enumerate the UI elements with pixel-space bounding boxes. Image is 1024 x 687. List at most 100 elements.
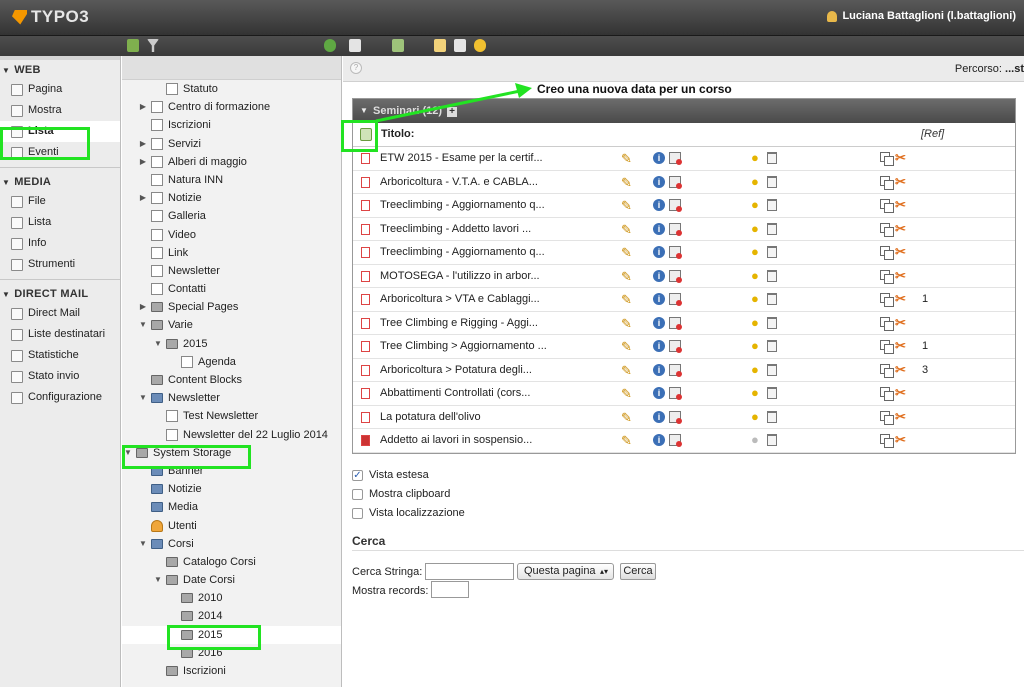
edit-icon[interactable]: ✎ [621,222,632,238]
delete-icon[interactable] [767,434,777,446]
history-icon[interactable] [669,246,682,259]
history-icon[interactable] [669,152,682,165]
folder-icon[interactable] [181,611,193,622]
collapse-icon[interactable]: ▼ [123,444,133,462]
folder-icon[interactable] [181,593,193,604]
folder-icon[interactable] [151,484,163,495]
table-row[interactable]: Treeclimbing - Aggiornamento q... ✎ i ● ✂ [353,241,1015,265]
tree-node[interactable]: ▶ Servizi [122,135,341,153]
page-icon[interactable] [166,410,178,423]
record-title[interactable]: Treeclimbing - Aggiornamento q... [380,199,580,211]
tree-node[interactable]: Video [122,226,341,244]
record-icon[interactable] [361,176,370,188]
folder-icon[interactable] [166,666,178,676]
tree-node[interactable]: Banner [122,462,341,480]
folder-icon[interactable] [136,447,148,458]
records-input[interactable] [431,581,469,598]
info-icon[interactable]: i [653,246,665,258]
cut-icon[interactable]: ✂ [895,221,906,237]
option-checkbox[interactable]: ✓ Vista estesa [352,469,429,481]
edit-icon[interactable]: ✎ [621,245,632,261]
help-icon[interactable]: ? [350,62,362,74]
module-item[interactable]: Eventi [0,142,120,163]
page-icon[interactable] [151,228,163,241]
module-item[interactable]: Pagina [0,79,120,100]
search-input[interactable] [425,563,514,580]
tree-node[interactable]: 2010 [122,589,341,607]
page-icon[interactable] [181,355,193,368]
record-title[interactable]: ETW 2015 - Esame per la certif... [380,152,580,164]
copy-icon[interactable] [880,387,894,401]
record-icon[interactable] [361,153,370,164]
copy-icon[interactable] [880,293,894,307]
page-icon[interactable] [151,173,163,186]
record-title[interactable]: Addetto ai lavori in sospensio... [380,434,580,446]
table-row[interactable]: Arboricoltura > VTA e Cablaggi... ✎ i ● ✂ 1 [353,288,1015,312]
record-title[interactable]: Tree Climbing e Rigging - Aggi... [380,317,580,329]
tree-node[interactable]: ▼ Newsletter [122,389,341,407]
refresh-icon[interactable] [324,39,336,52]
module-item[interactable]: Lista [0,121,120,142]
edit-icon[interactable]: ✎ [621,316,632,332]
info-icon[interactable]: i [653,199,665,211]
record-title[interactable]: Abbattimenti Controllati (cors... [380,387,580,399]
record-icon[interactable] [361,388,370,399]
new-record-button-icon[interactable] [360,128,372,141]
users-icon[interactable] [151,519,163,532]
tree-node[interactable]: Iscrizioni [122,662,341,680]
hint-bulb-icon[interactable] [474,39,486,52]
visibility-bulb-icon[interactable]: ● [751,268,759,283]
tree-node[interactable]: ▼ Varie [122,316,341,334]
tree-node[interactable]: Galleria [122,207,341,225]
visibility-bulb-icon[interactable]: ● [751,221,759,236]
module-group-title[interactable]: MEDIA [0,172,120,191]
collapse-icon[interactable]: ▼ [138,389,148,407]
folder-icon[interactable] [151,502,163,513]
expand-icon[interactable]: ▶ [138,189,148,207]
visibility-bulb-icon[interactable]: ● [751,362,759,377]
folder-icon[interactable] [151,465,163,476]
tree-node[interactable]: Natura INN [122,171,341,189]
module-item[interactable]: Direct Mail [0,303,120,324]
record-icon[interactable] [361,294,370,305]
new-content-icon[interactable] [454,39,466,52]
folder-icon[interactable] [181,647,193,658]
search-scope-select[interactable]: Questa pagina ▴▾ [517,563,614,580]
folder-icon[interactable] [151,393,163,404]
info-icon[interactable]: i [653,269,665,282]
tree-node[interactable]: ▼ 2015 [122,335,341,353]
visibility-bulb-icon[interactable]: ● [751,338,759,353]
module-group-title[interactable]: WEB [0,60,120,79]
info-icon[interactable]: i [653,293,665,305]
copy-icon[interactable] [880,363,894,378]
copy-icon[interactable] [880,340,894,354]
cut-icon[interactable]: ✂ [895,197,906,213]
tree-node[interactable]: Test Newsletter [122,407,341,425]
folder-icon[interactable] [166,575,178,586]
visibility-bulb-icon[interactable]: ● [751,409,759,424]
info-icon[interactable]: i [653,387,665,399]
page-icon[interactable] [151,155,163,168]
history-icon[interactable] [669,269,682,283]
module-item[interactable]: Configurazione [0,387,120,408]
visibility-bulb-icon[interactable]: ● [751,244,759,259]
page-icon[interactable] [151,210,163,223]
table-row[interactable]: Treeclimbing - Aggiornamento q... ✎ i ● ✂ [353,194,1015,218]
page-icon[interactable] [151,192,163,205]
delete-icon[interactable] [767,152,777,164]
module-item[interactable]: Info [0,233,120,254]
folder-icon[interactable] [151,375,163,385]
table-row[interactable]: Addetto ai lavori in sospensio... ✎ i ● ✂ [353,429,1015,453]
edit-icon[interactable]: ✎ [621,175,632,191]
cut-icon[interactable]: ✂ [895,338,906,354]
record-icon[interactable] [361,200,370,211]
history-icon[interactable] [669,387,682,400]
tree-node[interactable]: 2016 [122,644,341,662]
module-item[interactable]: Lista [0,212,120,233]
edit-icon[interactable]: ✎ [621,339,632,355]
record-title[interactable]: Arboricoltura > Potatura degli... [380,364,580,376]
record-icon[interactable] [361,435,370,446]
add-record-icon[interactable]: + [447,107,458,117]
copy-icon[interactable] [880,269,894,284]
page-icon[interactable] [151,119,163,132]
